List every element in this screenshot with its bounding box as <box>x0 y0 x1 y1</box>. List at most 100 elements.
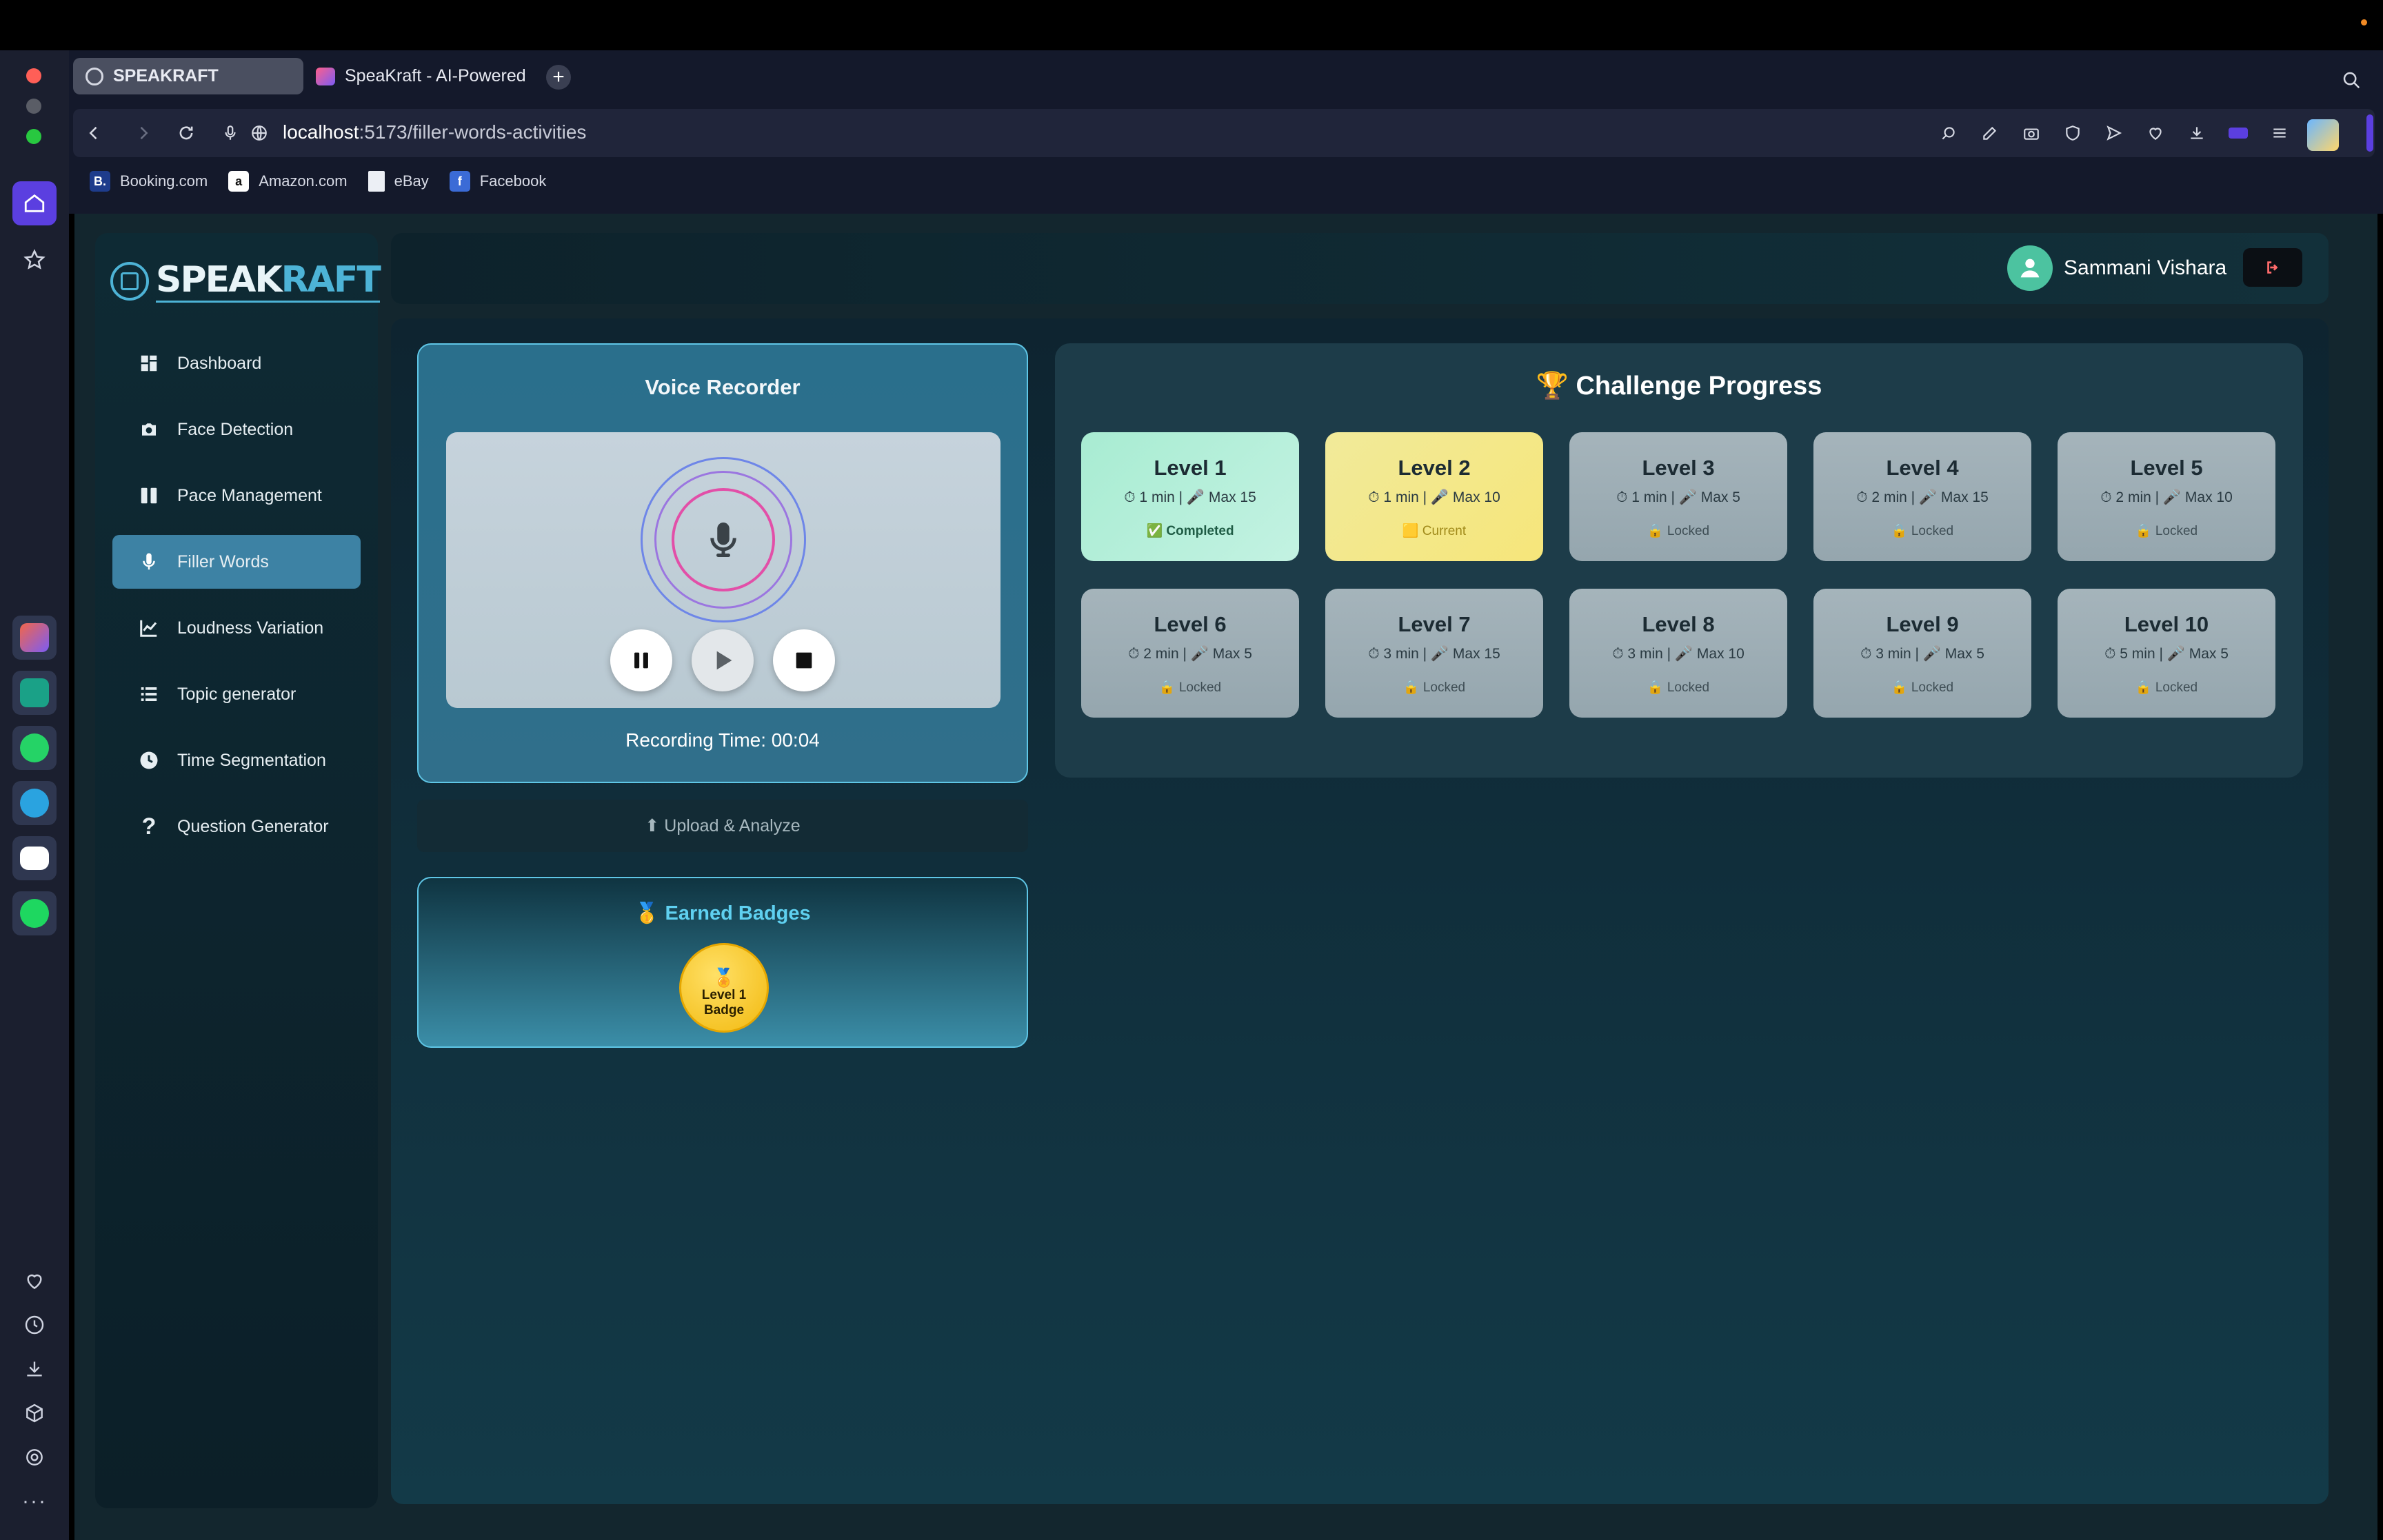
shield-icon[interactable] <box>2059 119 2087 147</box>
sidebar-item-loudness-variation[interactable]: Loudness Variation <box>112 601 361 655</box>
profile-avatar-icon[interactable] <box>2307 119 2339 151</box>
play-button[interactable] <box>692 629 754 691</box>
level-status: 🔒 Locked <box>1402 680 1466 695</box>
medal-icon: 🏅 <box>712 967 736 988</box>
chart-line-icon <box>140 620 157 637</box>
level-card-9[interactable]: Level 9 ⏱ 3 min | 🎤 Max 5 🔒 Locked <box>1813 589 2031 718</box>
level-1-badge[interactable]: 🏅 Level 1 Badge <box>679 943 769 1033</box>
window-zoom-button[interactable] <box>26 129 41 144</box>
level-card-3[interactable]: Level 3 ⏱ 1 min | 🎤 Max 5 🔒 Locked <box>1569 432 1787 561</box>
level-status: 🔒 Locked <box>1891 524 1954 538</box>
level-title: Level 3 <box>1642 456 1715 480</box>
spotify-icon[interactable] <box>12 891 57 935</box>
more-icon[interactable]: ··· <box>12 1484 57 1519</box>
level-status: 🔒 Locked <box>1647 680 1710 695</box>
chatgpt-icon[interactable] <box>12 671 57 715</box>
back-icon[interactable] <box>80 119 108 147</box>
discord-icon[interactable] <box>12 836 57 880</box>
downloads-icon[interactable] <box>12 1352 57 1386</box>
level-detail: ⏱ 1 min | 🎤 Max 10 <box>1368 489 1500 505</box>
sidebar-item-question-generator[interactable]: ? Question Generator <box>112 800 361 853</box>
easy-setup-icon[interactable] <box>2266 119 2293 147</box>
star-icon[interactable] <box>12 238 57 282</box>
user-avatar-icon[interactable] <box>2007 245 2053 291</box>
tab-search-icon[interactable] <box>2337 66 2365 94</box>
stop-button[interactable] <box>773 629 835 691</box>
record-mic-button[interactable] <box>672 488 775 591</box>
cube-icon[interactable] <box>12 1396 57 1430</box>
send-icon[interactable] <box>2100 119 2128 147</box>
screenshot-camera-icon[interactable] <box>2018 119 2045 147</box>
voice-recorder-card: Voice Recorder Recording Time: 00:04 <box>417 343 1028 783</box>
bookmark-label: Booking.com <box>120 172 208 190</box>
level-card-5[interactable]: Level 5 ⏱ 2 min | 🎤 Max 10 🔒 Locked <box>2058 432 2275 561</box>
home-icon[interactable] <box>12 181 57 225</box>
bookmark-booking[interactable]: B. Booking.com <box>90 171 208 192</box>
level-detail: ⏱ 1 min | 🎤 Max 15 <box>1124 489 1256 505</box>
level-detail: ⏱ 1 min | 🎤 Max 5 <box>1616 489 1740 505</box>
level-card-6[interactable]: Level 6 ⏱ 2 min | 🎤 Max 5 🔒 Locked <box>1081 589 1299 718</box>
heart-icon[interactable] <box>12 1264 57 1298</box>
level-card-4[interactable]: Level 4 ⏱ 2 min | 🎤 Max 15 🔒 Locked <box>1813 432 2031 561</box>
tab-speakraft[interactable]: SPEAKRAFT <box>73 58 303 94</box>
sidebar-item-topic-generator[interactable]: Topic generator <box>112 667 361 721</box>
level-status: 🔒 Locked <box>2135 680 2198 695</box>
sidebar-toggle[interactable] <box>2366 114 2373 152</box>
level-card-1[interactable]: Level 1 ⏱ 1 min | 🎤 Max 15 ✅ Completed <box>1081 432 1299 561</box>
sidebar-item-dashboard[interactable]: Dashboard <box>112 336 361 390</box>
reload-icon[interactable] <box>172 119 200 147</box>
level-status: 🟨 Current <box>1402 524 1467 538</box>
logo-emblem-icon <box>110 261 149 301</box>
challenge-title: 🏆 Challenge Progress <box>1536 372 1822 401</box>
challenge-progress-card: 🏆 Challenge Progress Level 1 ⏱ 1 min | 🎤 … <box>1055 343 2303 778</box>
upload-analyze-button[interactable]: ⬆ Upload & Analyze <box>417 800 1028 852</box>
bookmark-facebook[interactable]: f Facebook <box>449 171 546 192</box>
speakraft-logo[interactable]: SPEAKRAFT <box>110 259 381 303</box>
columns-icon <box>141 487 157 504</box>
pause-button[interactable] <box>610 629 672 691</box>
level-title: Level 6 <box>1154 612 1227 636</box>
favorites-heart-icon[interactable] <box>2142 119 2169 147</box>
booking-icon: B. <box>90 171 110 192</box>
url-field[interactable]: localhost:5173/filler-words-activities <box>283 121 586 143</box>
sidebar-item-label: Dashboard <box>177 353 262 373</box>
app-arc-icon[interactable] <box>12 616 57 660</box>
level-card-10[interactable]: Level 10 ⏱ 5 min | 🎤 Max 5 🔒 Locked <box>2058 589 2275 718</box>
toolbar-icons <box>1935 119 2339 151</box>
telegram-icon[interactable] <box>12 781 57 825</box>
level-status: 🔒 Locked <box>1647 524 1710 538</box>
level-status: 🔒 Locked <box>2135 524 2198 538</box>
sidebar-item-label: Face Detection <box>177 419 294 439</box>
sidebar-item-filler-words[interactable]: Filler Words <box>112 535 361 589</box>
level-card-7[interactable]: Level 7 ⏱ 3 min | 🎤 Max 15 🔒 Locked <box>1325 589 1543 718</box>
level-card-2[interactable]: Level 2 ⏱ 1 min | 🎤 Max 10 🟨 Current <box>1325 432 1543 561</box>
level-card-8[interactable]: Level 8 ⏱ 3 min | 🎤 Max 10 🔒 Locked <box>1569 589 1787 718</box>
facebook-icon: f <box>449 171 470 192</box>
download-icon[interactable] <box>2183 119 2211 147</box>
url-path: :5173/filler-words-activities <box>359 121 587 143</box>
sidebar-item-label: Time Segmentation <box>177 750 326 770</box>
forward-icon[interactable] <box>130 119 157 147</box>
lens-search-icon[interactable] <box>1935 119 1962 147</box>
battery-saver-icon[interactable] <box>2224 119 2252 147</box>
sidebar-item-time-segmentation[interactable]: Time Segmentation <box>112 733 361 787</box>
tab-speakraft-ai[interactable]: SpeaKraft - AI-Powered <box>303 58 531 94</box>
window-minimize-button[interactable] <box>26 99 41 114</box>
bookmark-amazon[interactable]: a Amazon.com <box>228 171 348 192</box>
voice-search-icon[interactable] <box>217 119 244 147</box>
sidebar-item-label: Question Generator <box>177 816 329 836</box>
sidebar-item-label: Pace Management <box>177 485 322 505</box>
window-close-button[interactable] <box>26 68 41 83</box>
badge-line2: Badge <box>703 1003 745 1017</box>
settings-gear-icon[interactable] <box>12 1440 57 1475</box>
history-icon[interactable] <box>12 1308 57 1342</box>
logout-button[interactable] <box>2243 248 2302 287</box>
sidebar-item-pace-management[interactable]: Pace Management <box>112 469 361 523</box>
whatsapp-icon[interactable] <box>12 726 57 770</box>
level-detail: ⏱ 3 min | 🎤 Max 10 <box>1612 646 1744 662</box>
edit-icon[interactable] <box>1976 119 2004 147</box>
new-tab-button[interactable]: + <box>546 65 571 90</box>
site-info-icon[interactable] <box>245 119 273 147</box>
bookmark-ebay[interactable]: eBay <box>368 171 429 192</box>
sidebar-item-face-detection[interactable]: Face Detection <box>112 403 361 456</box>
